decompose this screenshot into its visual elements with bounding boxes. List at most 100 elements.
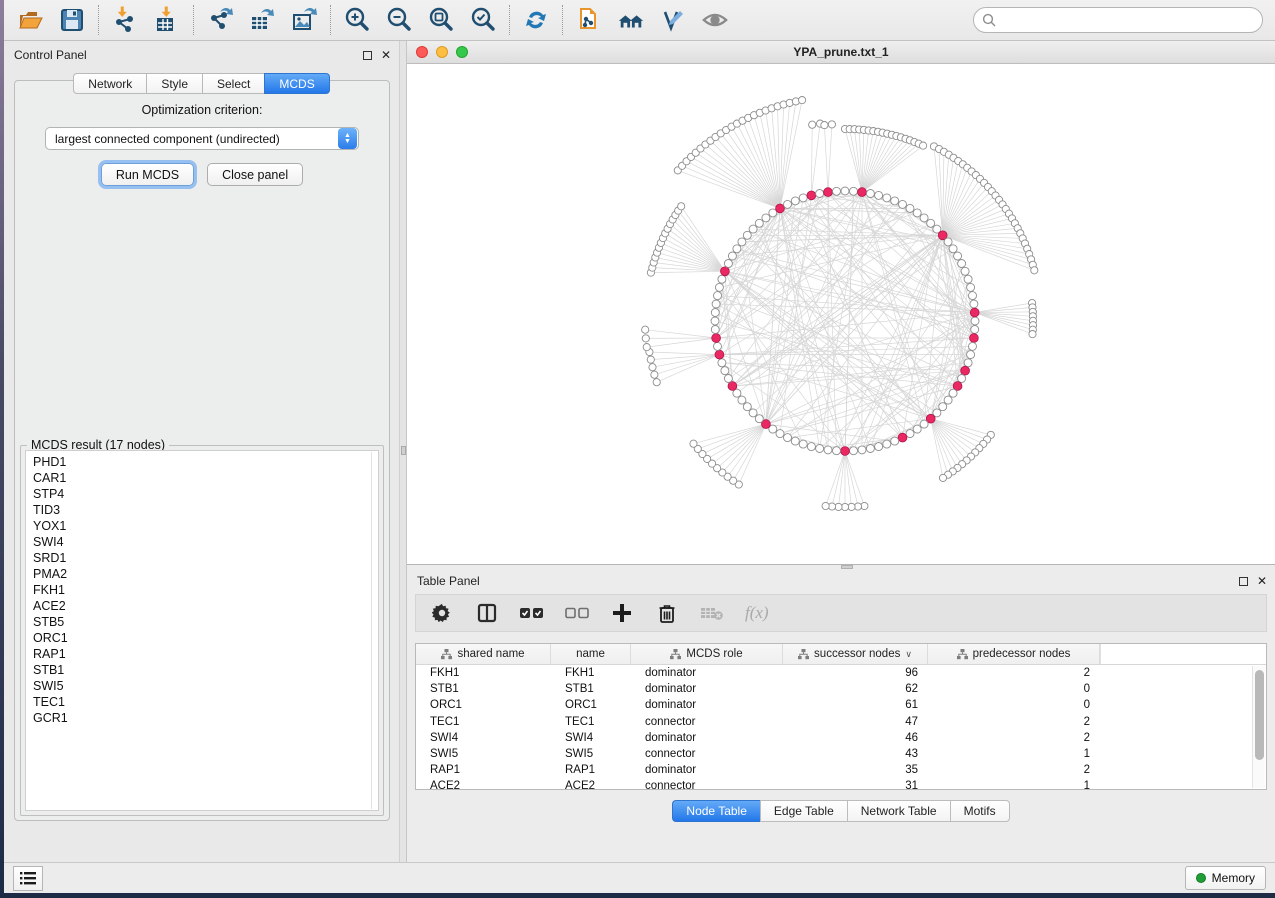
close-panel-button[interactable]: Close panel: [207, 163, 303, 186]
network-node[interactable]: [954, 252, 962, 260]
delete-table-icon[interactable]: [700, 601, 724, 625]
network-node[interactable]: [891, 197, 899, 205]
search-input[interactable]: [973, 7, 1263, 33]
network-node[interactable]: [967, 351, 975, 359]
network-node[interactable]: [816, 445, 824, 453]
mcds-hub-node[interactable]: [898, 433, 907, 442]
network-node[interactable]: [850, 187, 858, 195]
mcds-result-item[interactable]: RAP1: [33, 646, 378, 662]
mcds-result-item[interactable]: STP4: [33, 486, 378, 502]
network-node[interactable]: [841, 187, 849, 195]
float-panel-icon[interactable]: [363, 51, 372, 60]
network-node[interactable]: [799, 440, 807, 448]
table-row[interactable]: SWI4SWI4dominator462: [416, 730, 1266, 746]
network-node[interactable]: [920, 214, 928, 222]
table-settings-gear-icon[interactable]: [430, 601, 454, 625]
tab-edge-table[interactable]: Edge Table: [760, 800, 847, 822]
criterion-dropdown[interactable]: largest connected component (undirected)…: [45, 127, 359, 150]
network-node[interactable]: [718, 275, 726, 283]
tab-select[interactable]: Select: [202, 73, 264, 94]
network-node[interactable]: [964, 359, 972, 367]
mcds-hub-node[interactable]: [807, 191, 816, 200]
table-row[interactable]: RAP1RAP1dominator352: [416, 762, 1266, 778]
mcds-result-item[interactable]: FKH1: [33, 582, 378, 598]
column-header-predecessor-nodes[interactable]: predecessor nodes: [928, 644, 1100, 664]
network-node[interactable]: [807, 443, 815, 451]
network-node[interactable]: [949, 389, 957, 397]
tab-style[interactable]: Style: [146, 73, 202, 94]
float-table-panel-icon[interactable]: [1239, 577, 1248, 586]
network-node[interactable]: [958, 375, 966, 383]
vertical-splitter[interactable]: [399, 41, 407, 862]
mcds-hub-node[interactable]: [961, 366, 970, 375]
mcds-result-item[interactable]: SWI5: [33, 678, 378, 694]
network-node[interactable]: [724, 375, 732, 383]
network-node[interactable]: [712, 300, 720, 308]
network-node[interactable]: [715, 283, 723, 291]
network-node[interactable]: [969, 292, 977, 300]
network-node[interactable]: [913, 209, 921, 217]
network-node[interactable]: [875, 443, 883, 451]
network-node[interactable]: [714, 292, 722, 300]
delete-column-icon[interactable]: [655, 601, 679, 625]
apply-layout-icon[interactable]: [522, 6, 550, 34]
network-node[interactable]: [866, 445, 874, 453]
run-mcds-button[interactable]: Run MCDS: [101, 163, 194, 186]
network-node[interactable]: [961, 267, 969, 275]
network-node[interactable]: [875, 191, 883, 199]
network-node[interactable]: [920, 420, 928, 428]
network-from-document-icon[interactable]: [575, 6, 603, 34]
network-node[interactable]: [738, 396, 746, 404]
network-node[interactable]: [967, 283, 975, 291]
show-columns-icon[interactable]: [475, 601, 499, 625]
deselect-all-columns-icon[interactable]: [565, 601, 589, 625]
zoom-selected-icon[interactable]: [469, 6, 497, 34]
mcds-hub-node[interactable]: [721, 267, 730, 276]
mcds-result-item[interactable]: STB1: [33, 662, 378, 678]
column-header-MCDS-role[interactable]: MCDS role: [631, 644, 783, 664]
mcds-result-item[interactable]: TID3: [33, 502, 378, 518]
mcds-hub-node[interactable]: [841, 447, 850, 456]
network-node[interactable]: [728, 252, 736, 260]
mcds-hub-node[interactable]: [728, 382, 737, 391]
table-scrollbar-thumb[interactable]: [1255, 670, 1264, 760]
mcds-result-item[interactable]: STB5: [33, 614, 378, 630]
network-node[interactable]: [738, 238, 746, 246]
zoom-fit-icon[interactable]: [427, 6, 455, 34]
mcds-result-item[interactable]: CAR1: [33, 470, 378, 486]
network-node[interactable]: [816, 190, 824, 198]
mcds-result-item[interactable]: PHD1: [33, 454, 378, 470]
network-node[interactable]: [755, 415, 763, 423]
table-row[interactable]: TEC1TEC1connector472: [416, 714, 1266, 730]
import-network-icon[interactable]: [111, 6, 139, 34]
graphics-details-eye-icon[interactable]: [701, 6, 729, 34]
table-row[interactable]: STB1STB1dominator620: [416, 681, 1266, 697]
network-node[interactable]: [718, 359, 726, 367]
network-node[interactable]: [949, 245, 957, 253]
network-canvas[interactable]: [407, 64, 1275, 564]
network-node[interactable]: [799, 194, 807, 202]
tab-node-table[interactable]: Node Table: [672, 800, 760, 822]
column-header-name[interactable]: name: [551, 644, 631, 664]
network-node[interactable]: [891, 437, 899, 445]
network-node[interactable]: [724, 260, 732, 268]
close-panel-icon[interactable]: ✕: [381, 51, 391, 60]
mcds-result-item[interactable]: GCR1: [33, 710, 378, 726]
network-node[interactable]: [866, 190, 874, 198]
mcds-result-item[interactable]: YOX1: [33, 518, 378, 534]
network-node[interactable]: [883, 440, 891, 448]
network-node[interactable]: [791, 437, 799, 445]
column-header-shared-name[interactable]: shared name: [416, 644, 551, 664]
network-node[interactable]: [714, 342, 722, 350]
network-node[interactable]: [733, 245, 741, 253]
mcds-hub-node[interactable]: [824, 188, 833, 197]
zoom-in-icon[interactable]: [343, 6, 371, 34]
memory-button[interactable]: Memory: [1185, 866, 1266, 890]
network-node[interactable]: [755, 219, 763, 227]
select-all-columns-icon[interactable]: [520, 601, 544, 625]
mcds-result-item[interactable]: ORC1: [33, 630, 378, 646]
network-node[interactable]: [964, 275, 972, 283]
mcds-hub-node[interactable]: [712, 334, 721, 343]
network-node[interactable]: [743, 403, 751, 411]
network-node[interactable]: [906, 204, 914, 212]
